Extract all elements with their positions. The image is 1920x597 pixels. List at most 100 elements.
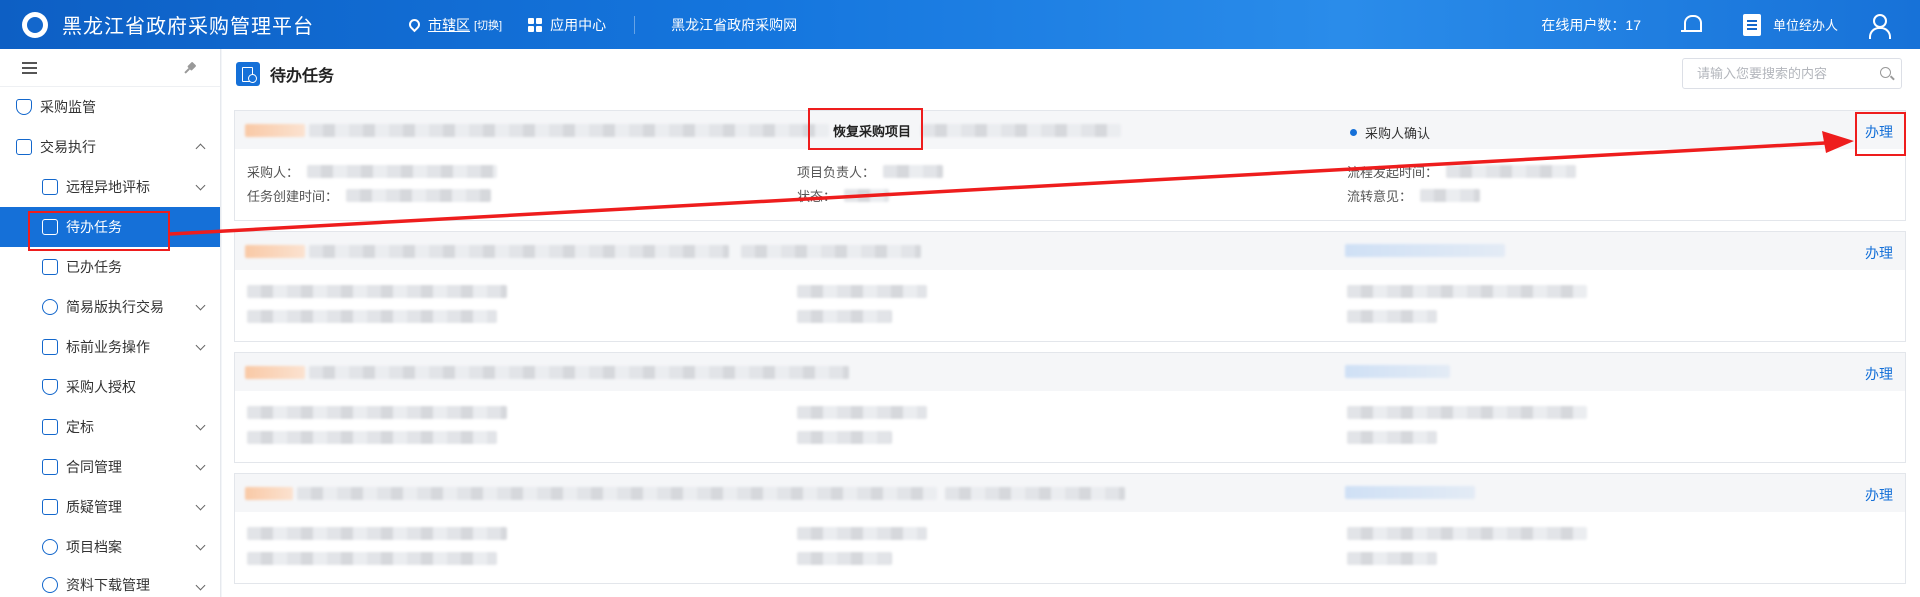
handle-button[interactable]: 办理 [1865,364,1893,384]
chevron-down-icon [195,180,206,191]
field-redacted [247,527,507,540]
task-card: 恢复采购项目 采购人确认 办理 采购人： 项目负责人： 流程发起时间： 任务创建… [234,110,1906,221]
handle-button[interactable]: 办理 [1865,485,1893,505]
sidebar-item-label: 采购监管 [40,99,96,115]
menu-toggle-icon[interactable] [22,61,37,74]
task-tag-redacted [245,244,305,258]
list-icon [42,179,58,195]
task-card-header: 办理 [235,353,1905,391]
location-icon [406,16,423,33]
archive-icon [42,539,58,555]
task-card: 办理 [234,231,1906,342]
sidebar-item-remote-evaluation[interactable]: 远程异地评标 [0,167,220,207]
field-redacted [1347,406,1587,419]
search-icon[interactable] [1880,67,1891,78]
opinion-field: 流转意见： [1347,186,1481,205]
field-redacted [247,310,497,323]
field-value-redacted [307,165,498,178]
sidebar-item-label: 合同管理 [66,459,122,475]
task-title-redacted [309,365,849,379]
sidebar-item-done-tasks[interactable]: 已办任务 [0,247,220,287]
handle-button[interactable]: 办理 [1865,243,1893,263]
sidebar-item-archive[interactable]: 项目档案 [0,527,220,567]
task-title-redacted [297,486,937,500]
sidebar-item-downloads[interactable]: 资料下载管理 [0,567,220,597]
shield-user-icon [42,379,58,395]
highlight-box-handle-button [1855,112,1906,156]
chevron-down-icon [195,300,206,311]
field-value-redacted [1446,165,1577,178]
cart-icon [42,339,58,355]
field-redacted [797,552,892,565]
field-label: 项目负责人： [797,165,876,180]
region-name[interactable]: 市辖区 [428,15,470,35]
sidebar-item-label: 已办任务 [66,259,122,275]
sidebar-item-pre-bid[interactable]: 标前业务操作 [0,327,220,367]
sidebar-item-challenge[interactable]: 质疑管理 [0,487,220,527]
highlight-box-todo-menu [28,211,170,251]
created-time-field: 任务创建时间： [247,186,492,205]
app-center-link[interactable]: 应用中心 [528,15,606,35]
task-status-redacted [1345,244,1505,257]
field-value-redacted [1420,189,1481,202]
contract-icon [42,459,58,475]
region-selector[interactable]: 市辖区 [切换] [406,15,502,35]
task-title-redacted [741,244,921,258]
task-list: 恢复采购项目 采购人确认 办理 采购人： 项目负责人： 流程发起时间： 任务创建… [222,98,1920,597]
sidebar-toolbar [0,49,220,87]
field-label: 流转意见： [1347,189,1413,204]
field-value-redacted [844,189,890,202]
sidebar-item-award[interactable]: 定标 [0,407,220,447]
region-switch-link[interactable]: [切换] [474,17,502,33]
field-redacted [797,406,927,419]
clipboard-icon [16,139,32,155]
purchaser-field: 采购人： [247,162,498,181]
sidebar-item-label: 简易版执行交易 [66,299,164,315]
page-title: 待办任务 [270,67,335,85]
chevron-down-icon [195,420,206,431]
unit-user-name[interactable]: 单位经办人 [1773,15,1838,34]
sidebar-item-purchaser-auth[interactable]: 采购人授权 [0,367,220,407]
header-divider [634,15,636,34]
task-title-redacted [921,123,1122,137]
todo-page-icon [236,61,260,86]
state-field: 状态： [797,186,890,205]
apps-grid-icon [528,17,543,32]
online-users-count: 在线用户数：17 [1541,16,1641,33]
task-status: 采购人确认 [1350,123,1430,142]
document-icon[interactable] [1742,13,1761,36]
owner-field: 项目负责人： [797,162,944,181]
done-doc-icon [42,259,58,275]
logo-icon [22,11,48,38]
task-tag-redacted [245,486,293,500]
sidebar-item-simple-trade[interactable]: 简易版执行交易 [0,287,220,327]
field-redacted [1347,310,1437,323]
search-box[interactable] [1682,58,1902,89]
search-input[interactable] [1697,59,1877,88]
field-label: 流程发起时间： [1347,165,1439,180]
app-center-label: 应用中心 [550,16,607,33]
task-title-redacted [309,123,829,137]
task-card-header: 办理 [235,474,1905,512]
field-label: 状态： [797,189,837,204]
bell-icon[interactable] [1680,13,1703,37]
top-header: 黑龙江省政府采购管理平台 市辖区 [切换] 应用中心 黑龙江省政府采购网 在线用… [0,0,1920,49]
sidebar-item-procurement-supervision[interactable]: 采购监管 [0,87,220,127]
sidebar-item-label: 资料下载管理 [66,577,150,593]
pin-icon[interactable] [182,59,199,76]
sidebar-item-label: 标前业务操作 [66,339,150,355]
chevron-down-icon [195,340,206,351]
task-card: 办理 [234,352,1906,463]
field-redacted [247,406,507,419]
field-redacted [247,431,497,444]
procurement-site-link[interactable]: 黑龙江省政府采购网 [671,15,797,35]
chevron-down-icon [195,460,206,471]
user-icon[interactable] [1868,13,1891,39]
field-redacted [1347,431,1437,444]
sidebar-item-label: 质疑管理 [66,499,122,515]
link-icon [42,577,58,593]
status-dot [1350,129,1357,136]
sidebar-item-trade-execution[interactable]: 交易执行 [0,127,220,167]
sidebar-item-contract[interactable]: 合同管理 [0,447,220,487]
chevron-down-icon [195,540,206,551]
